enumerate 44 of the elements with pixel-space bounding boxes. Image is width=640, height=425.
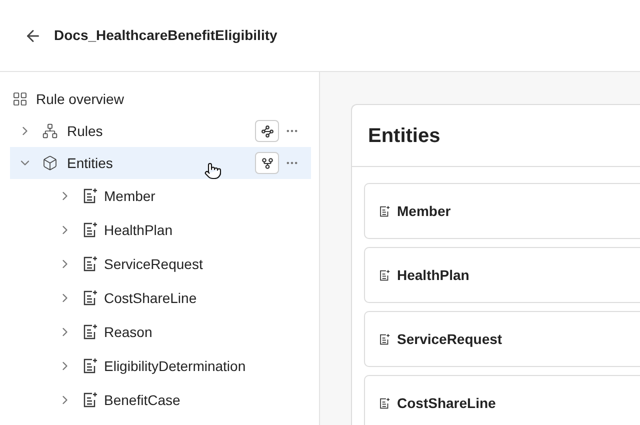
branch-icon [260,156,274,170]
tree-item[interactable]: ServiceRequest [10,247,311,281]
route-icon [260,124,274,138]
document-sparkle-icon [81,357,99,375]
document-sparkle-icon [81,391,99,409]
document-sparkle-icon [81,255,99,273]
tree-item[interactable]: Member [10,179,311,213]
tree-item-label: BenefitCase [104,390,180,410]
document-sparkle-icon [81,289,99,307]
tree-item-label: Member [104,186,156,206]
tree-item-label: CostShareLine [104,288,197,308]
hand-cursor-icon [204,162,222,180]
grid-icon [12,91,28,107]
document-sparkle-icon [378,332,391,346]
entity-card[interactable]: HealthPlan [364,247,640,303]
tree-item[interactable]: Reason [10,315,311,349]
tree-item[interactable]: BenefitCase [10,383,311,417]
panel-title: Entities [368,124,440,148]
diagram-button[interactable] [255,152,279,174]
tree-item[interactable]: Rules [10,115,311,147]
tree-item-label: Reason [104,322,152,342]
entity-card[interactable]: ServiceRequest [364,311,640,367]
tree-item[interactable]: CostShareLine [10,281,311,315]
page-title: Docs_HealthcareBenefitEligibility [54,26,278,45]
document-sparkle-icon [378,396,391,410]
tree-item-label: Rules [67,122,103,140]
diagram-button[interactable] [255,120,279,142]
tree-item[interactable]: EligibilityDetermination [10,349,311,383]
entity-card[interactable]: CostShareLine [364,375,640,425]
document-sparkle-icon [81,221,99,239]
document-sparkle-icon [81,323,99,341]
tree-item-label: ServiceRequest [104,254,203,274]
hierarchy-icon [42,123,58,139]
tree-item-label: Entities [67,154,113,172]
document-sparkle-icon [378,204,391,218]
tree-item-label: EligibilityDetermination [104,356,246,376]
cube-icon [42,155,58,171]
entity-card[interactable]: Member [364,183,640,239]
tree-item[interactable]: HealthPlan [10,213,311,247]
tree-item[interactable]: Rule overview [10,86,311,112]
tree-item-label: HealthPlan [104,220,172,240]
document-sparkle-icon [378,268,391,282]
document-sparkle-icon [81,187,99,205]
tree-item[interactable]: Entities [10,147,311,179]
